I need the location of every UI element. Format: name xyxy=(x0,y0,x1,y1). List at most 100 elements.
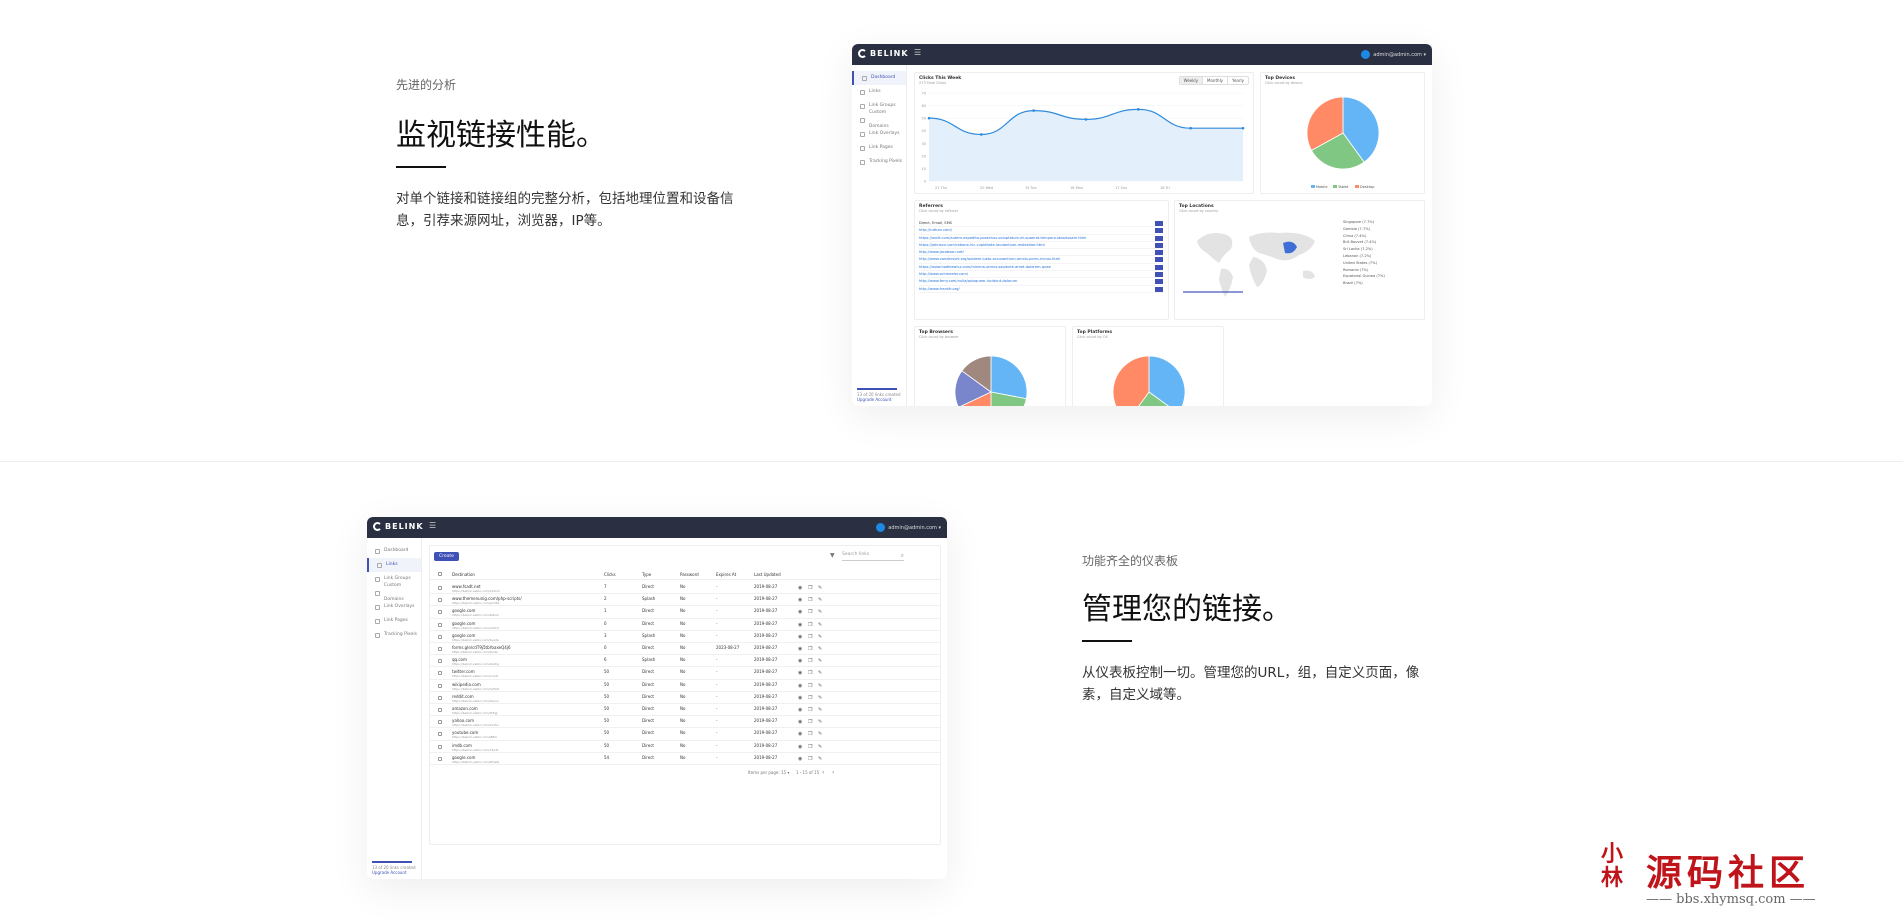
view-icon[interactable]: ◉ xyxy=(798,609,804,615)
view-icon[interactable]: ◉ xyxy=(798,707,804,713)
search-icon[interactable]: ⌕ xyxy=(901,552,904,560)
view-icon[interactable]: ◉ xyxy=(798,585,804,591)
create-link-button[interactable]: Create xyxy=(434,552,459,561)
view-icon[interactable]: ◉ xyxy=(798,744,804,750)
row-checkbox[interactable] xyxy=(438,720,442,725)
column-header[interactable]: Clicks xyxy=(604,572,616,577)
table-row[interactable]: amazon.com https://belink.vebto.com/9t5gj… xyxy=(430,704,940,717)
table-row[interactable]: reddit.com https://belink.vebto.com/bwnru… xyxy=(430,692,940,704)
table-row[interactable]: imdb.com https://belink.vebto.com/72pdt 50… xyxy=(430,741,940,753)
sidebar-item-link-overlays[interactable]: Link Overlays xyxy=(852,127,906,141)
sidebar-item-dashboard[interactable]: Dashboard xyxy=(367,544,421,558)
copy-icon[interactable]: ❐ xyxy=(808,585,814,591)
user-menu[interactable]: admin@admin.com ▾ xyxy=(876,523,941,532)
sidebar-item-tracking-pixels[interactable]: Tracking Pixels xyxy=(367,628,421,642)
sidebar-item-link-overlays[interactable]: Link Overlays xyxy=(367,600,421,614)
list-item[interactable]: https://www.hodkiewicz.com/minima-omnis-… xyxy=(919,264,1163,272)
view-icon[interactable]: ◉ xyxy=(798,731,804,737)
filter-icon[interactable]: ▼ xyxy=(830,552,835,559)
list-item[interactable]: https://wxiit.com/autem-expedita-possimu… xyxy=(919,235,1163,242)
row-checkbox[interactable] xyxy=(438,586,442,590)
sidebar-item-tracking-pixels[interactable]: Tracking Pixels xyxy=(852,155,906,169)
view-icon[interactable]: ◉ xyxy=(798,670,804,676)
items-per-page-select[interactable]: Items per page: 15 ▾ xyxy=(748,770,789,775)
column-header[interactable]: Last Updated xyxy=(754,572,781,577)
list-item[interactable]: http://ruthan.com/ xyxy=(919,227,1163,235)
copy-icon[interactable]: ❐ xyxy=(808,634,814,640)
edit-icon[interactable]: ✎ xyxy=(818,744,824,750)
sidebar-item-custom-domains[interactable]: Custom Domains xyxy=(852,110,906,129)
row-checkbox[interactable] xyxy=(438,695,442,700)
next-page-icon[interactable]: › xyxy=(832,769,834,776)
sidebar-item-link-pages[interactable]: Link Pages xyxy=(367,614,421,628)
copy-icon[interactable]: ❐ xyxy=(808,756,814,762)
user-menu[interactable]: admin@admin.com ▾ xyxy=(1361,50,1426,59)
upgrade-link[interactable]: Upgrade Account xyxy=(372,870,417,875)
edit-icon[interactable]: ✎ xyxy=(818,719,824,725)
sidebar-item-dashboard[interactable]: Dashboard xyxy=(852,71,906,85)
edit-icon[interactable]: ✎ xyxy=(818,609,824,615)
row-checkbox[interactable] xyxy=(438,622,442,627)
upgrade-link[interactable]: Upgrade Account xyxy=(857,397,902,402)
table-row[interactable]: twitter.com https://belink.vebto.com/vcq3… xyxy=(430,667,940,680)
row-checkbox[interactable] xyxy=(438,732,442,737)
row-checkbox[interactable] xyxy=(438,708,442,712)
row-checkbox[interactable] xyxy=(438,598,442,603)
table-row[interactable]: google.com https://belink.vebto.com/9fna6… xyxy=(430,753,940,765)
table-row[interactable]: google.com https://belink.vebto.com/xz9nd… xyxy=(430,619,940,631)
copy-icon[interactable]: ❐ xyxy=(808,609,814,615)
edit-icon[interactable]: ✎ xyxy=(818,646,824,652)
column-header[interactable]: Destination xyxy=(452,572,475,577)
copy-icon[interactable]: ❐ xyxy=(808,744,814,750)
table-row[interactable]: wikipedia.com https://belink.vebto.com/hx… xyxy=(430,680,940,692)
row-checkbox[interactable] xyxy=(438,756,442,761)
edit-icon[interactable]: ✎ xyxy=(818,695,824,701)
list-item[interactable]: http://www.vandervort.org/quidem-iusto-a… xyxy=(919,256,1163,264)
list-item[interactable]: Direct, Email, SMS xyxy=(919,220,1163,228)
column-header[interactable]: Password xyxy=(680,572,699,577)
table-row[interactable]: google.com https://belink.vebto.com/kt8om… xyxy=(430,606,940,619)
sidebar-item-link-pages[interactable]: Link Pages xyxy=(852,141,906,155)
sidebar-item-links[interactable]: Links xyxy=(852,85,906,99)
edit-icon[interactable]: ✎ xyxy=(818,585,824,591)
edit-icon[interactable]: ✎ xyxy=(818,622,824,628)
copy-icon[interactable]: ❐ xyxy=(808,597,814,603)
copy-icon[interactable]: ❐ xyxy=(808,658,814,664)
view-icon[interactable]: ◉ xyxy=(798,634,804,640)
view-icon[interactable]: ◉ xyxy=(798,756,804,762)
edit-icon[interactable]: ✎ xyxy=(818,658,824,664)
edit-icon[interactable]: ✎ xyxy=(818,634,824,640)
row-checkbox[interactable] xyxy=(438,744,442,749)
table-row[interactable]: youtube.com https://belink.vebto.com/l88r… xyxy=(430,728,940,741)
list-item[interactable]: http://www.frankfr.org/ xyxy=(919,286,1163,293)
edit-icon[interactable]: ✎ xyxy=(818,670,824,676)
column-header[interactable]: Type xyxy=(642,572,651,577)
search-input[interactable]: Search links ⌕ xyxy=(842,552,904,561)
app-logo[interactable]: BELINK xyxy=(858,49,909,58)
menu-icon[interactable]: ☰ xyxy=(429,521,436,530)
row-checkbox[interactable] xyxy=(438,634,442,639)
sidebar-item-links[interactable]: Links xyxy=(367,558,421,572)
copy-icon[interactable]: ❐ xyxy=(808,622,814,628)
edit-icon[interactable]: ✎ xyxy=(818,731,824,737)
table-row[interactable]: google.com https://belink.vebto.com/bvwte… xyxy=(430,631,940,643)
list-item[interactable]: http://www.ferry.com/nulla/quisquam-inci… xyxy=(919,278,1163,286)
edit-icon[interactable]: ✎ xyxy=(818,707,824,713)
edit-icon[interactable]: ✎ xyxy=(818,597,824,603)
list-item[interactable]: https://johnson.com/ratione-hic-cupidita… xyxy=(919,242,1163,250)
list-item[interactable]: http://www.schmaeler.com/ xyxy=(919,271,1163,279)
view-icon[interactable]: ◉ xyxy=(798,683,804,689)
table-row[interactable]: www.themenunig.com/php-scripts/https://b… xyxy=(430,594,940,607)
row-checkbox[interactable] xyxy=(438,683,442,688)
row-checkbox[interactable] xyxy=(438,647,442,651)
table-row[interactable]: www.fsadt.net https://belink.vebto.com/12… xyxy=(430,582,940,595)
copy-icon[interactable]: ❐ xyxy=(808,670,814,676)
copy-icon[interactable]: ❐ xyxy=(808,683,814,689)
view-icon[interactable]: ◉ xyxy=(798,597,804,603)
row-checkbox[interactable] xyxy=(438,671,442,676)
row-checkbox[interactable] xyxy=(438,659,442,664)
select-all-checkbox[interactable] xyxy=(438,572,442,576)
menu-icon[interactable]: ☰ xyxy=(914,48,921,57)
table-row[interactable]: yahoo.com https://belink.vebto.com/kxd5s 5… xyxy=(430,716,940,729)
table-row[interactable]: forms.gle/cdT9j5tbYoaxeQ4j6 https://belin… xyxy=(430,643,940,656)
